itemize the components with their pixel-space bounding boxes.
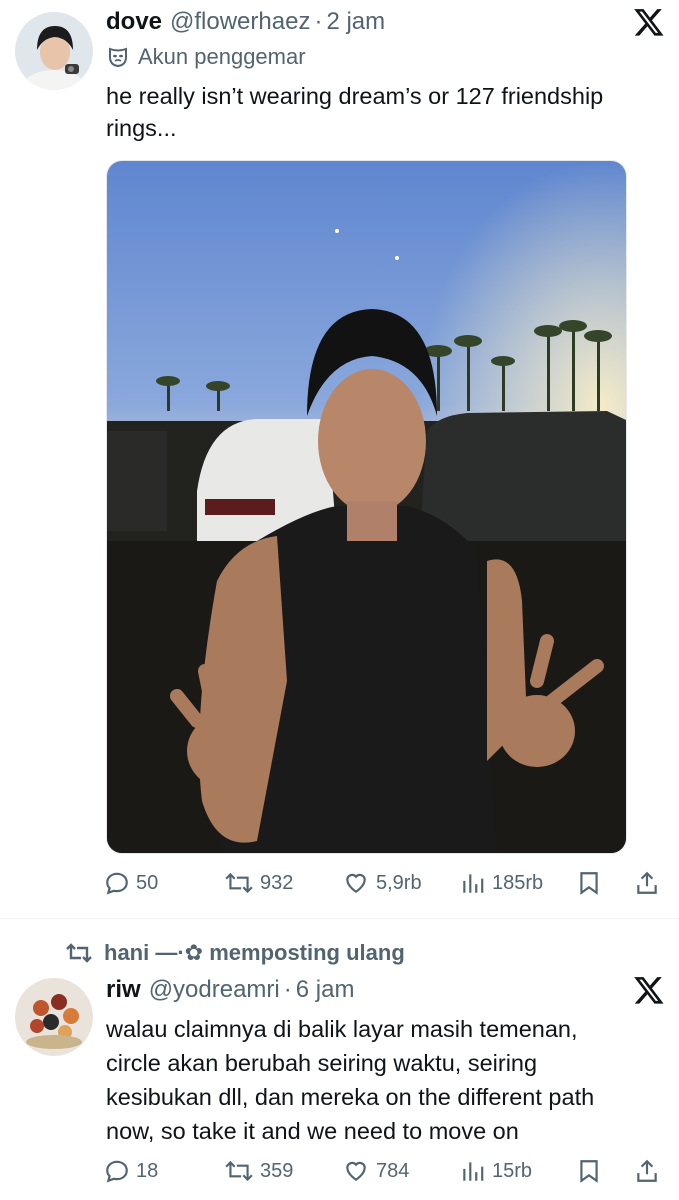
tweet-2-text: walau claimnya di balik layar masih teme… [106, 1016, 595, 1144]
share-icon [637, 871, 657, 894]
display-name[interactable]: dove [106, 8, 162, 36]
reply-button[interactable]: 18 [104, 1158, 158, 1184]
views-icon [463, 1162, 484, 1181]
mask-icon [109, 47, 127, 68]
bookmark-icon [580, 1160, 598, 1183]
timestamp[interactable]: 6 jam [296, 976, 355, 1004]
heart-icon [346, 1161, 366, 1181]
display-name[interactable]: riw [106, 976, 141, 1004]
views-icon [463, 874, 484, 893]
reply-count: 18 [136, 1159, 159, 1182]
bookmark-button[interactable] [576, 1158, 608, 1184]
share-button[interactable] [634, 870, 666, 896]
repost-icon [66, 943, 92, 963]
views-count: 15rb [492, 1159, 533, 1182]
tweet-1-text: he really isn’t wearing dream’s or 127 f… [106, 83, 604, 141]
like-button[interactable]: 5,9rb [342, 870, 422, 896]
views-button[interactable]: 185rb [460, 870, 543, 896]
tweet-2-header: riw @yodreamri · 6 jam [106, 976, 354, 1004]
share-button[interactable] [634, 1158, 666, 1184]
tweet-divider [0, 918, 679, 919]
repost-button[interactable]: 932 [224, 870, 293, 896]
user-handle[interactable]: @yodreamri [149, 976, 280, 1004]
like-count: 5,9rb [376, 871, 422, 894]
reply-icon [106, 1160, 128, 1183]
x-logo-icon [632, 974, 666, 1006]
repost-count: 932 [260, 871, 294, 894]
tweet-1-photo[interactable] [106, 160, 627, 854]
fan-account-text: Akun penggemar [138, 44, 306, 69]
fan-account-label: Akun penggemar [106, 44, 306, 70]
like-button[interactable]: 784 [342, 1158, 409, 1184]
reply-icon [106, 872, 128, 895]
like-count: 784 [376, 1159, 410, 1182]
share-icon [637, 1159, 657, 1182]
bookmark-button[interactable] [576, 870, 608, 896]
tweet-1-header: dove @flowerhaez · 2 jam [106, 8, 385, 36]
tweet-1-actions: 50 932 5,9rb 185rb [104, 870, 664, 900]
repost-count: 359 [260, 1159, 294, 1182]
repost-icon [225, 872, 253, 894]
repost-icon [225, 1160, 253, 1182]
reply-count: 50 [136, 871, 159, 894]
tweet-2-actions: 18 359 784 15rb [104, 1158, 664, 1188]
repost-button[interactable]: 359 [224, 1158, 293, 1184]
bookmark-icon [580, 872, 598, 895]
avatar-riw[interactable] [15, 978, 93, 1056]
separator-dot: · [314, 8, 323, 35]
views-button[interactable]: 15rb [460, 1158, 532, 1184]
avatar-dove[interactable] [15, 12, 93, 90]
repost-banner[interactable]: hani —·✿ memposting ulang [64, 940, 405, 966]
x-logo-icon [632, 6, 666, 38]
timestamp[interactable]: 2 jam [326, 8, 385, 36]
separator-dot: · [283, 976, 292, 1003]
user-handle[interactable]: @flowerhaez [170, 8, 310, 36]
reply-button[interactable]: 50 [104, 870, 158, 896]
views-count: 185rb [492, 871, 544, 894]
repost-banner-text: hani —·✿ memposting ulang [104, 940, 405, 965]
heart-icon [346, 873, 366, 893]
